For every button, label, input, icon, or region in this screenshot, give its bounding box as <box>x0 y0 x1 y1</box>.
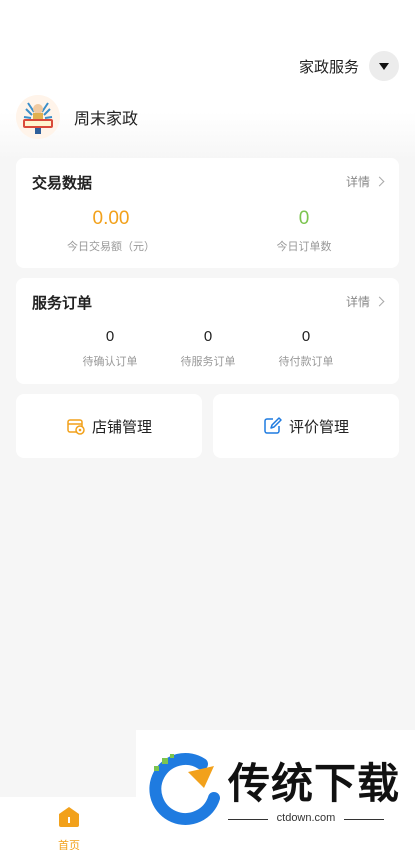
review-management-button[interactable]: 评价管理 <box>213 394 399 458</box>
service-label[interactable]: 家政服务 <box>299 56 359 77</box>
logo-banner <box>25 121 51 126</box>
trade-data-title: 交易数据 <box>32 175 93 192</box>
watermark: 传统下载 ctdown.com <box>136 730 415 850</box>
shop-header[interactable]: 周末家政 <box>16 95 138 139</box>
dropdown-button[interactable] <box>369 51 399 81</box>
orders-detail-link[interactable]: 详情 <box>345 293 385 310</box>
today-revenue-stat[interactable]: 0.00 今日交易额（元） <box>21 208 201 254</box>
shop-avatar <box>16 95 60 139</box>
trade-data-card: 交易数据 详情 0.00 今日交易额（元） 0 今日订单数 <box>16 158 399 268</box>
service-orders-title: 服务订单 <box>32 295 93 312</box>
store-management-label: 店铺管理 <box>91 418 152 436</box>
caret-down-icon <box>379 62 389 70</box>
orders-detail-label: 详情 <box>345 295 370 309</box>
pending-service-orders[interactable]: 0 待服务订单 <box>158 328 258 369</box>
chevron-right-icon <box>374 176 385 187</box>
watermark-brand: 传统下载 <box>228 759 401 808</box>
edit-note-icon <box>264 417 282 434</box>
shop-name: 周末家政 <box>74 111 139 128</box>
service-orders-card: 服务订单 详情 0 待确认订单 0 待服务订单 0 待付款订单 <box>16 278 399 384</box>
trade-detail-label: 详情 <box>345 175 370 189</box>
watermark-logo-icon <box>149 752 220 825</box>
store-management-button[interactable]: 店铺管理 <box>16 394 202 458</box>
pending-service-label: 待服务订单 <box>180 356 236 368</box>
shop-logo-icon <box>16 95 60 139</box>
today-orders-stat[interactable]: 0 今日订单数 <box>214 208 394 254</box>
store-gear-icon <box>67 419 85 435</box>
home-icon <box>59 807 79 827</box>
review-management-label: 评价管理 <box>288 418 349 436</box>
pending-confirm-orders[interactable]: 0 待确认订单 <box>60 328 160 369</box>
watermark-url: ctdown.com <box>228 812 384 824</box>
pending-payment-orders[interactable]: 0 待付款订单 <box>256 328 356 369</box>
today-orders-value: 0 <box>298 208 310 229</box>
pending-service-count: 0 <box>203 328 213 345</box>
tab-home[interactable]: 首页 <box>44 805 94 850</box>
today-revenue-value: 0.00 <box>92 208 130 229</box>
service-switcher[interactable]: 家政服务 <box>299 50 399 82</box>
tab-home-label: 首页 <box>58 840 80 850</box>
trade-detail-link[interactable]: 详情 <box>345 173 385 190</box>
pending-confirm-count: 0 <box>105 328 115 345</box>
pending-confirm-label: 待确认订单 <box>82 356 138 368</box>
pending-payment-label: 待付款订单 <box>278 356 334 368</box>
today-revenue-label: 今日交易额（元） <box>67 241 155 253</box>
chevron-right-icon <box>374 296 385 307</box>
pending-payment-count: 0 <box>301 328 311 345</box>
today-orders-label: 今日订单数 <box>276 241 332 253</box>
